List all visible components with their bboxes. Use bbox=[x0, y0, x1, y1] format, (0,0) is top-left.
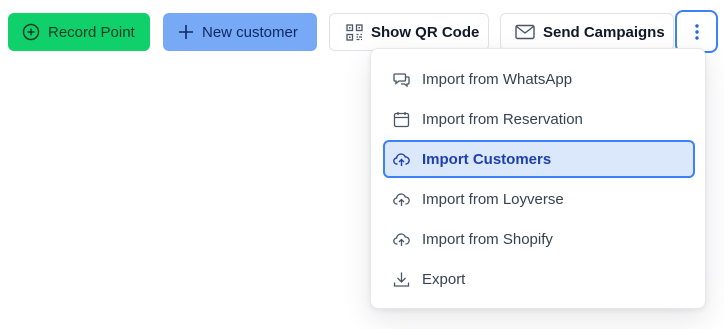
send-campaigns-label: Send Campaigns bbox=[543, 23, 665, 41]
menu-item-label: Import Customers bbox=[422, 150, 552, 168]
menu-item-import-shopify[interactable]: Import from Shopify bbox=[383, 220, 695, 258]
plus-circle-icon bbox=[22, 23, 40, 41]
menu-item-import-customers[interactable]: Import Customers bbox=[383, 140, 695, 178]
show-qr-code-label: Show QR Code bbox=[371, 23, 480, 41]
chat-icon bbox=[393, 71, 410, 88]
new-customer-button[interactable]: New customer bbox=[163, 13, 317, 51]
menu-item-label: Import from Loyverse bbox=[422, 190, 564, 208]
calendar-icon bbox=[393, 111, 410, 128]
send-campaigns-button[interactable]: Send Campaigns bbox=[500, 13, 674, 51]
record-point-button[interactable]: Record Point bbox=[8, 13, 150, 51]
more-options-menu: Import from WhatsApp Import from Reserva… bbox=[370, 48, 706, 309]
more-options-button[interactable] bbox=[675, 10, 718, 53]
menu-item-export[interactable]: Export bbox=[383, 260, 695, 298]
download-icon bbox=[393, 271, 410, 288]
menu-item-label: Import from Shopify bbox=[422, 230, 553, 248]
cloud-upload-icon bbox=[393, 232, 410, 247]
menu-item-label: Import from WhatsApp bbox=[422, 70, 573, 88]
menu-item-label: Export bbox=[422, 270, 466, 288]
more-vertical-icon bbox=[694, 23, 700, 41]
cloud-upload-icon bbox=[393, 192, 410, 207]
cloud-upload-icon bbox=[393, 152, 410, 167]
menu-item-import-reservation[interactable]: Import from Reservation bbox=[383, 100, 695, 138]
show-qr-code-button[interactable]: Show QR Code bbox=[329, 13, 489, 51]
menu-item-label: Import from Reservation bbox=[422, 110, 583, 128]
record-point-label: Record Point bbox=[48, 23, 135, 41]
qr-code-icon bbox=[346, 23, 363, 41]
menu-item-import-loyverse[interactable]: Import from Loyverse bbox=[383, 180, 695, 218]
menu-item-import-whatsapp[interactable]: Import from WhatsApp bbox=[383, 60, 695, 98]
plus-icon bbox=[178, 24, 194, 40]
new-customer-label: New customer bbox=[202, 23, 298, 41]
mail-icon bbox=[515, 24, 535, 40]
